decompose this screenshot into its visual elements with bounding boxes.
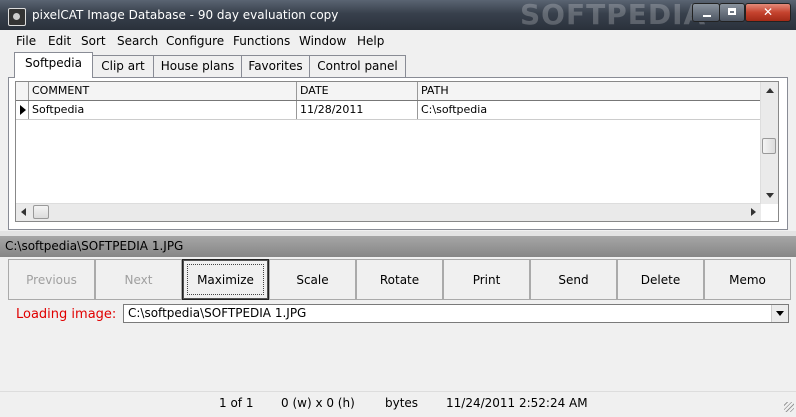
status-size: bytes [385,396,419,410]
menu-search[interactable]: Search [117,34,158,48]
tab-clip-art[interactable]: Clip art [92,55,154,77]
close-button[interactable]: ✕ [745,3,791,22]
vertical-scroll-thumb[interactable] [762,138,776,154]
maximize-button[interactable]: Maximize [182,259,269,300]
cell-comment[interactable]: Softpedia [29,101,297,119]
tab-panel: COMMENT DATE PATH Softpedia 11/28/2011 C… [8,77,788,230]
menu-bar: File Edit Sort Search Configure Function… [0,30,796,52]
tab-favorites[interactable]: Favorites [241,55,310,77]
tab-softpedia[interactable]: Softpedia [14,52,93,78]
watermark-logo: SOFTPEDIA [520,0,707,31]
resize-grip-icon[interactable] [784,402,794,412]
minimize-icon [693,4,719,21]
scale-button[interactable]: Scale [269,259,356,300]
horizontal-scrollbar[interactable] [16,203,761,221]
status-bar: 1 of 1 0 (w) x 0 (h) bytes 11/24/2011 2:… [0,391,796,414]
records-grid[interactable]: COMMENT DATE PATH Softpedia 11/28/2011 C… [15,81,779,222]
window-title: pixelCAT Image Database - 90 day evaluat… [32,8,339,22]
cell-date[interactable]: 11/28/2011 [297,101,418,119]
menu-edit[interactable]: Edit [48,34,71,48]
menu-configure[interactable]: Configure [166,34,224,48]
image-toolbar: Previous Next Maximize Scale Rotate Prin… [8,259,791,301]
loading-image-value: C:\softpedia\SOFTPEDIA 1.JPG [128,306,307,320]
print-button[interactable]: Print [443,259,530,300]
menu-window[interactable]: Window [299,34,346,48]
table-row[interactable]: Softpedia 11/28/2011 C:\softpedia [16,101,761,120]
send-button[interactable]: Send [530,259,617,300]
menu-sort[interactable]: Sort [81,34,106,48]
column-header-path[interactable]: PATH [418,82,761,100]
scroll-up-icon[interactable] [766,88,774,93]
maximize-window-button[interactable] [719,3,745,22]
loading-image-label: Loading image: [16,307,117,322]
status-dimensions: 0 (w) x 0 (h) [281,396,355,410]
menu-functions[interactable]: Functions [233,34,290,48]
current-row-arrow-icon [16,101,29,119]
horizontal-scroll-thumb[interactable] [33,205,49,219]
memo-button[interactable]: Memo [704,259,791,300]
column-header-date[interactable]: DATE [297,82,418,100]
menu-help[interactable]: Help [357,34,384,48]
next-button[interactable]: Next [95,259,182,300]
scroll-right-icon[interactable] [751,208,756,216]
database-tabs: Softpedia Clip art House plans Favorites… [8,52,788,78]
status-timestamp: 11/24/2011 2:52:24 AM [446,396,588,410]
tab-control-panel[interactable]: Control panel [309,55,406,77]
title-bar[interactable]: pixelCAT Image Database - 90 day evaluat… [0,0,796,31]
delete-button[interactable]: Delete [617,259,704,300]
status-position: 1 of 1 [219,396,254,410]
app-icon[interactable] [8,8,26,26]
rotate-button[interactable]: Rotate [356,259,443,300]
loading-image-combo[interactable]: C:\softpedia\SOFTPEDIA 1.JPG [123,304,789,323]
minimize-button[interactable] [692,3,720,22]
scroll-left-icon[interactable] [21,208,26,216]
tab-house-plans[interactable]: House plans [153,55,242,77]
grid-header: COMMENT DATE PATH [16,82,761,101]
menu-file[interactable]: File [16,34,36,48]
vertical-scrollbar[interactable] [760,82,778,204]
image-path-bar: C:\softpedia\SOFTPEDIA 1.JPG [0,236,796,257]
column-header-comment[interactable]: COMMENT [29,82,297,100]
scroll-down-icon[interactable] [766,193,774,198]
chevron-down-icon[interactable] [771,305,788,322]
indicator-header [16,82,29,100]
cell-path[interactable]: C:\softpedia [418,101,761,119]
previous-button[interactable]: Previous [8,259,95,300]
close-icon: ✕ [762,5,774,19]
maximize-icon [720,4,744,21]
app-window: pixelCAT Image Database - 90 day evaluat… [0,0,796,417]
